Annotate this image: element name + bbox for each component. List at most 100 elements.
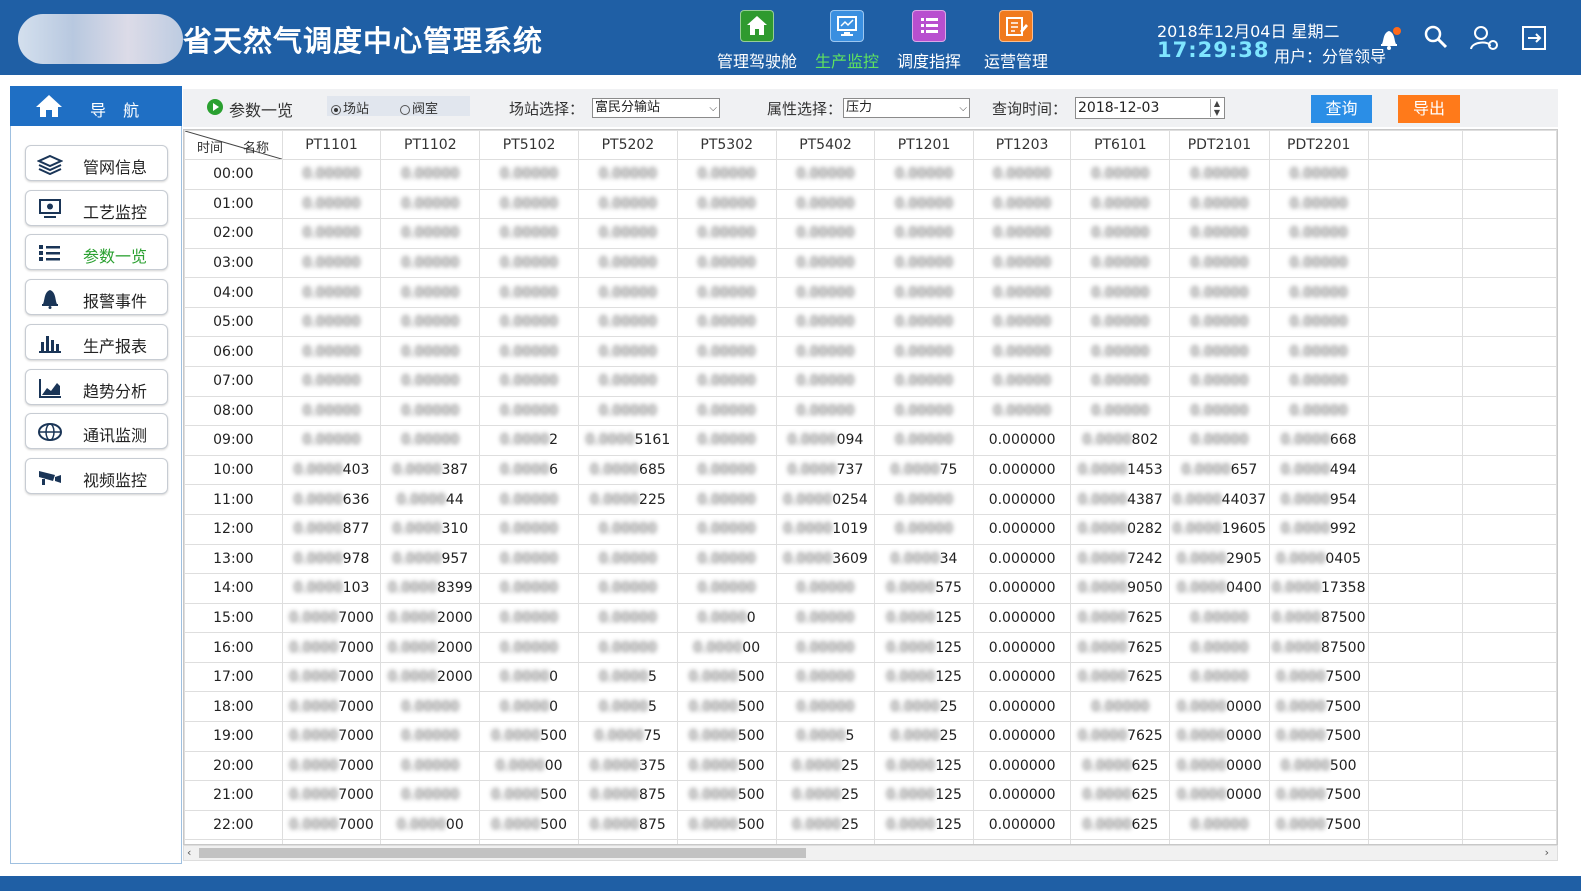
redacted-value: 0.00000 (796, 255, 855, 272)
redacted-value: 0.00000 (1091, 698, 1150, 715)
value-cell: 0.00000 (972, 218, 1072, 249)
value-cell: 0.00000 (479, 366, 580, 397)
value-cell: 0.00000 (676, 513, 777, 545)
redacted-value: 0.00000 (598, 550, 657, 567)
redacted-value: 0.00000 (1190, 195, 1249, 212)
value-cell: 0.00000 (578, 632, 678, 663)
column-header: PT1102 (380, 130, 481, 160)
station-select[interactable]: 富民分输站 ⌵ (592, 98, 720, 118)
radio-valve-room[interactable]: 阀室 (400, 98, 438, 117)
table-row: 04:00 0.00000 0.00000 0.00000 0.00000 0.00000… (184, 277, 1557, 308)
value-cell: 0.000000 (972, 454, 1072, 486)
query-date-input[interactable]: 2018-12-03 ▲ ▼ (1075, 97, 1225, 119)
visible-value: 00 (445, 817, 464, 833)
value-cell: 0.00000 (479, 573, 580, 604)
value-cell: 0.00000 (479, 543, 580, 575)
visible-value: 500 (1329, 757, 1357, 774)
column-header: PT6101 (1070, 130, 1171, 160)
export-button[interactable]: 导出 (1398, 95, 1460, 123)
top-nav-operations[interactable]: 运营管理 (973, 8, 1059, 72)
user-settings-icon[interactable] (1468, 22, 1500, 54)
visible-value: 7500 (1325, 787, 1362, 804)
value-cell: 0.00000 (874, 218, 974, 249)
value-cell: 0.000000 (972, 809, 1072, 841)
column-header: PT5102 (479, 130, 580, 160)
time-cell: 04:00 (184, 277, 283, 308)
redacted-value: 0.00000 (697, 432, 756, 449)
value-cell: 0.0000875 (578, 809, 678, 841)
sidebar-item-process-monitor[interactable]: 工艺监控 (25, 190, 168, 226)
value-cell: 0.00000 (676, 425, 777, 456)
redacted-value: 0.00000 (697, 462, 756, 479)
sidebar-item-video-monitor[interactable]: 视频监控 (25, 458, 168, 494)
redacted-value: 0.00000 (1091, 225, 1150, 242)
value-cell: 0.0000494 (1268, 454, 1369, 486)
empty-cell (1461, 750, 1557, 782)
scroll-thumb[interactable] (199, 848, 806, 858)
radio-station[interactable]: 场站 (331, 98, 369, 117)
redacted-value: 0.0000 (590, 787, 640, 804)
value-cell: 0.000000 (676, 632, 777, 663)
redacted-value: 0.0000 (1181, 462, 1231, 479)
time-cell: 21:00 (184, 780, 283, 811)
value-cell: 0.000000 (972, 691, 1072, 722)
redacted-value: 0.0000 (1078, 491, 1128, 508)
top-nav-production-monitor[interactable]: 生产监控 (804, 8, 890, 72)
value-cell: 0.00000 (1169, 336, 1270, 368)
redacted-value: 0.0000 (289, 669, 339, 686)
scroll-left-icon[interactable]: ‹ (187, 846, 191, 859)
visible-value: 44037 (1221, 491, 1267, 508)
table-row: 21:00 0.00007000 0.00000 0.0000500 0.0000875… (184, 780, 1557, 811)
visible-value: 0 (549, 669, 559, 686)
empty-cell (1461, 336, 1557, 368)
value-cell: 0.00000 (479, 218, 580, 249)
sidebar-item-label: 生产报表 (83, 337, 148, 356)
search-icon[interactable] (1420, 22, 1452, 54)
sidebar-item-alarm-events[interactable]: 报警事件 (25, 279, 168, 315)
redacted-value: 0.00000 (796, 402, 855, 419)
redacted-value: 0.0000 (289, 728, 339, 745)
attribute-select[interactable]: 压力 ⌵ (843, 98, 970, 118)
logout-icon[interactable] (1518, 22, 1550, 54)
value-cell: 0.000000 (972, 513, 1072, 545)
sidebar-item-trend-analysis[interactable]: 趋势分析 (25, 369, 168, 405)
value-cell: 0.00007000 (281, 632, 382, 663)
sidebar-item-communication-monitor[interactable]: 通讯监测 (25, 413, 168, 449)
spin-arrows-icon[interactable]: ▲ ▼ (1210, 99, 1223, 117)
visible-value: 7500 (1325, 817, 1362, 833)
sidebar-item-pipeline-info[interactable]: 管网信息 (25, 145, 168, 181)
table-row: 09:00 0.00000 0.00000 0.00002 0.00005161 0.00… (184, 425, 1557, 456)
bell-icon[interactable] (1373, 22, 1405, 54)
redacted-value: 0.0000 (1177, 550, 1227, 567)
value-cell: 0.00000 (578, 277, 678, 308)
redacted-value: 0.00000 (1190, 432, 1249, 449)
visible-value: 500 (540, 787, 567, 804)
visible-value: 2000 (437, 669, 473, 686)
value-cell: 0.0000625 (1070, 750, 1171, 782)
value-cell: 0.00000 (676, 336, 777, 368)
scroll-right-icon[interactable]: › (1545, 846, 1549, 859)
query-date-value: 2018-12-03 (1078, 100, 1160, 116)
time-cell: 16:00 (184, 632, 283, 663)
redacted-value: 0.00000 (500, 373, 559, 390)
horizontal-scrollbar[interactable]: ‹ › (183, 845, 1558, 861)
value-cell: 0.0000992 (1268, 513, 1369, 545)
query-time-label: 查询时间： (992, 100, 1068, 118)
query-button[interactable]: 查询 (1311, 95, 1372, 123)
redacted-value: 0.0000 (388, 609, 437, 626)
value-cell: 0.00000 (676, 543, 777, 575)
top-nav-cockpit[interactable]: 管理驾驶舱 (714, 8, 800, 72)
value-cell: 0.00000 (676, 159, 777, 190)
corner-time-label: 时间 (197, 141, 224, 156)
value-cell: 0.00000 (874, 484, 974, 515)
top-nav-dispatch[interactable]: 调度指挥 (886, 8, 972, 72)
column-header: PT5302 (676, 130, 777, 160)
visible-value: 0.000000 (988, 580, 1056, 597)
value-cell: 0.00000 (380, 247, 481, 279)
parameter-table: 时间 名称 PT1101 PT1102 PT5102 PT5202 PT5302 PT54… (183, 129, 1558, 845)
redacted-value: 0.0000 (598, 669, 648, 686)
value-cell: 0.00005161 (578, 425, 678, 456)
sidebar-item-production-reports[interactable]: 生产报表 (25, 324, 168, 360)
visible-value: 125 (935, 669, 962, 686)
sidebar-item-parameter-overview[interactable]: 参数一览 (25, 234, 168, 270)
